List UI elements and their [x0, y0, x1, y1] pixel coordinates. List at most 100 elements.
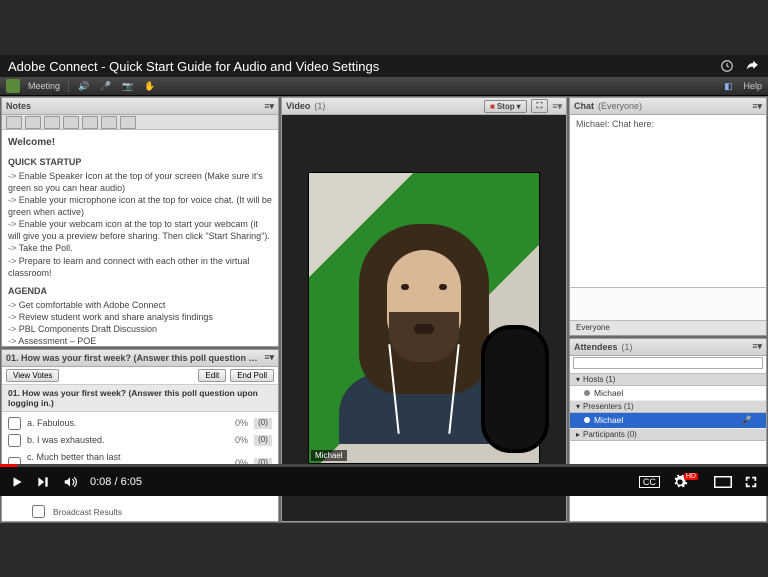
- hosts-section[interactable]: ▾Hosts (1): [570, 374, 766, 386]
- adobe-connect-logo-icon: [6, 79, 20, 93]
- edit-button[interactable]: Edit: [198, 369, 226, 382]
- view-votes-button[interactable]: View Votes: [6, 369, 59, 382]
- cc-button[interactable]: CC: [639, 476, 660, 488]
- theater-icon[interactable]: [714, 476, 732, 488]
- chat-panel: Chat (Everyone) ≡▾ Michael: Chat here: E…: [569, 97, 767, 336]
- chat-input[interactable]: [570, 287, 766, 320]
- notes-title: Notes: [6, 101, 31, 111]
- poll-pct: 0%: [230, 417, 248, 429]
- chat-title: Chat: [574, 101, 594, 111]
- bold-btn[interactable]: [44, 116, 60, 129]
- notes-toolbar: [2, 115, 278, 130]
- play-button[interactable]: [10, 475, 24, 489]
- panel-menu-icon[interactable]: ≡▾: [264, 352, 274, 363]
- list-item: Enable Speaker Icon at the top of your s…: [8, 170, 272, 194]
- color-btn[interactable]: [101, 116, 117, 129]
- welcome-heading: Welcome!: [8, 136, 272, 150]
- next-button[interactable]: [36, 475, 50, 489]
- settings-icon[interactable]: HD: [672, 474, 702, 490]
- list-item: Enable your microphone icon at the top f…: [8, 194, 272, 218]
- chat-tab-everyone[interactable]: Everyone: [570, 320, 766, 335]
- workspace: Notes ≡▾ Welcome! QUICK STARTUP Enab: [0, 96, 768, 523]
- poll-header: 01. How was your first week? (Answer thi…: [2, 350, 278, 367]
- fullscreen-icon[interactable]: ⛶: [531, 99, 549, 113]
- size-btn[interactable]: [25, 116, 41, 129]
- poll-option-label: b. I was exhausted.: [27, 434, 137, 446]
- list-item: Get comfortable with Adobe Connect: [8, 299, 272, 311]
- bullets-btn[interactable]: [120, 116, 136, 129]
- poll-option-checkbox[interactable]: [8, 417, 21, 430]
- poll-header-text: 01. How was your first week? (Answer thi…: [6, 353, 260, 363]
- video-header: Video (1) ■Stop▾ ⛶ ≡▾: [282, 98, 566, 115]
- video-title-bar: Adobe Connect - Quick Start Guide for Au…: [0, 55, 768, 77]
- attendees-count: (1): [622, 342, 633, 352]
- poll-option-label: a. Fabulous.: [27, 417, 137, 429]
- webcam-name-tag: Michael: [311, 450, 347, 461]
- poll-count: (0): [254, 418, 272, 429]
- list-item: Take the Poll.: [8, 242, 272, 254]
- video-area: Michael: [282, 115, 566, 521]
- underline-btn[interactable]: [82, 116, 98, 129]
- progress-bar[interactable]: [0, 464, 768, 467]
- presenters-section[interactable]: ▾Presenters (1): [570, 401, 766, 413]
- poll-panel: 01. How was your first week? (Answer thi…: [1, 349, 279, 522]
- microphone-icon[interactable]: 🎤: [99, 79, 113, 93]
- poll-option[interactable]: b. I was exhausted. 0% (0): [8, 432, 272, 449]
- chat-log: Michael: Chat here:: [570, 115, 766, 287]
- panel-menu-icon[interactable]: ≡▾: [752, 341, 762, 352]
- microphone-prop: [481, 325, 549, 453]
- panel-menu-icon[interactable]: ≡▾: [552, 101, 562, 112]
- notes-panel: Notes ≡▾ Welcome! QUICK STARTUP Enab: [1, 97, 279, 347]
- attendee-search-input[interactable]: [573, 357, 763, 369]
- video-panel: Video (1) ■Stop▾ ⛶ ≡▾: [281, 97, 567, 522]
- broadcast-row: Broadcast Results: [2, 499, 278, 521]
- raise-hand-icon[interactable]: ✋: [143, 79, 157, 93]
- chat-scope: (Everyone): [598, 101, 642, 111]
- video-title-label: Video: [286, 101, 310, 111]
- video-title: Adobe Connect - Quick Start Guide for Au…: [8, 59, 379, 74]
- meeting-menu[interactable]: Meeting: [28, 81, 60, 91]
- fullscreen-icon[interactable]: [744, 475, 758, 489]
- speaker-icon[interactable]: 🔊: [77, 79, 91, 93]
- participants-section[interactable]: ▸Participants (0): [570, 429, 766, 441]
- list-item: Assessment – POE: [8, 335, 272, 346]
- end-poll-button[interactable]: End Poll: [230, 369, 274, 382]
- panel-menu-icon[interactable]: ≡▾: [264, 101, 274, 112]
- attendees-title: Attendees: [574, 342, 618, 352]
- ac-menu-bar: Meeting 🔊 🎤 📷 ✋ ◧ Help: [0, 77, 768, 96]
- poll-count: (0): [254, 435, 272, 446]
- volume-icon[interactable]: [62, 475, 78, 489]
- broadcast-checkbox[interactable]: [32, 505, 45, 518]
- quick-startup-list: Enable Speaker Icon at the top of your s…: [8, 170, 272, 279]
- notes-header: Notes ≡▾: [2, 98, 278, 115]
- list-item: Enable your webcam icon at the top to st…: [8, 218, 272, 242]
- list-item: Review student work and share analysis f…: [8, 311, 272, 323]
- webcam-icon[interactable]: 📷: [121, 79, 135, 93]
- share-arrow-icon[interactable]: [744, 59, 760, 73]
- attendee-row[interactable]: Michael: [570, 386, 766, 401]
- stop-webcam-button[interactable]: ■Stop▾: [484, 100, 527, 113]
- mic-active-icon: 🎤: [741, 415, 752, 426]
- poll-option-checkbox[interactable]: [8, 434, 21, 447]
- agenda-list: Get comfortable with Adobe ConnectReview…: [8, 299, 272, 346]
- layout-icon[interactable]: ◧: [721, 79, 735, 93]
- attendee-row[interactable]: Michael🎤: [570, 413, 766, 429]
- chat-header: Chat (Everyone) ≡▾: [570, 98, 766, 115]
- poll-pct: 0%: [230, 434, 248, 446]
- italic-btn[interactable]: [63, 116, 79, 129]
- list-item: Prepare to learn and connect with each o…: [8, 255, 272, 279]
- youtube-frame: Adobe Connect - Quick Start Guide for Au…: [0, 55, 768, 522]
- poll-controls: View Votes Edit End Poll: [2, 367, 278, 385]
- poll-question: 01. How was your first week? (Answer thi…: [2, 385, 278, 412]
- webcam-feed[interactable]: Michael: [308, 172, 540, 464]
- video-count: (1): [314, 101, 325, 111]
- agenda-heading: AGENDA: [8, 285, 272, 297]
- panel-menu-icon[interactable]: ≡▾: [752, 101, 762, 112]
- attendee-search: [570, 356, 766, 374]
- quick-startup-heading: QUICK STARTUP: [8, 156, 272, 168]
- font-btn[interactable]: [6, 116, 22, 129]
- clock-icon[interactable]: [720, 59, 734, 73]
- notes-body[interactable]: Welcome! QUICK STARTUP Enable Speaker Ic…: [2, 130, 278, 346]
- poll-option[interactable]: a. Fabulous. 0% (0): [8, 415, 272, 432]
- help-menu[interactable]: Help: [743, 81, 762, 91]
